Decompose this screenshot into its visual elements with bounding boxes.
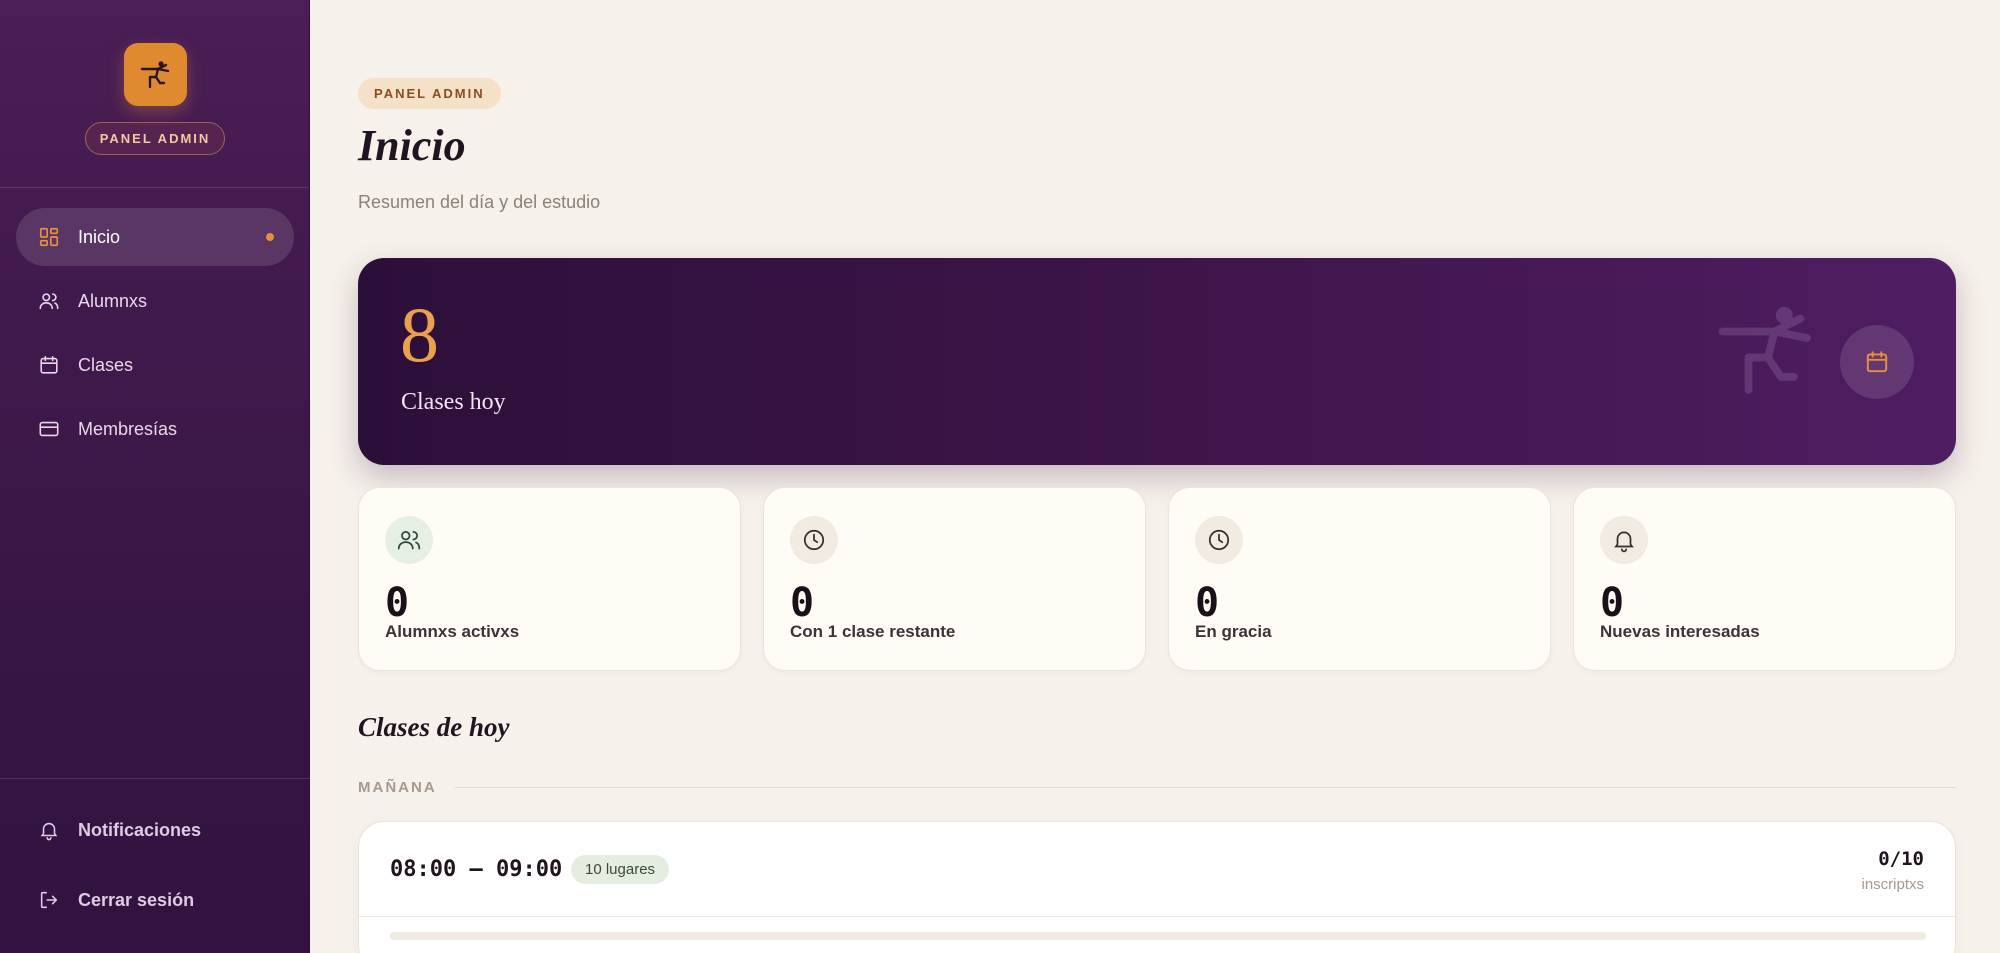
- stat-card-one-class-left[interactable]: 0 Con 1 clase restante: [763, 487, 1146, 671]
- stat-value: 0: [790, 580, 815, 626]
- card-divider: [359, 916, 1955, 917]
- sidebar-nav: Inicio Alumnxs Clases Membresías: [16, 208, 294, 464]
- enrollment-progress-bar: [390, 932, 1926, 940]
- notifications-button[interactable]: Notificaciones: [16, 801, 294, 859]
- sidebar-footer: Notificaciones Cerrar sesión: [0, 778, 310, 941]
- stat-card-new-leads[interactable]: 0 Nuevas interesadas: [1573, 487, 1956, 671]
- divider-line: [454, 787, 1956, 788]
- bell-icon: [1614, 531, 1634, 553]
- dancer-logo-icon: [140, 60, 169, 88]
- stat-value: 0: [385, 580, 410, 626]
- section-title-today-classes: Clases de hoy: [358, 712, 510, 742]
- logout-label: Cerrar sesión: [78, 889, 195, 910]
- hero-value: 8: [400, 291, 439, 378]
- dashboard-icon: [38, 226, 60, 248]
- page-eyebrow-badge: PANEL ADMIN: [358, 78, 501, 109]
- stat-label: En gracia: [1195, 622, 1272, 641]
- logout-button[interactable]: Cerrar sesión: [16, 871, 294, 929]
- hero-classes-today-card[interactable]: 8 Clases hoy: [358, 258, 1956, 465]
- logo[interactable]: [124, 43, 187, 106]
- calendar-icon: [38, 354, 60, 376]
- enrolled-count: 0/10: [1878, 848, 1924, 870]
- stat-label: Alumnxs activxs: [385, 622, 520, 641]
- calendar-icon: [1866, 351, 1888, 373]
- sidebar-item-alumnxs[interactable]: Alumnxs: [16, 272, 294, 330]
- stat-label: Con 1 clase restante: [790, 622, 956, 641]
- sidebar-item-inicio[interactable]: Inicio: [16, 208, 294, 266]
- sidebar-item-label: Clases: [78, 354, 134, 375]
- sidebar-item-clases[interactable]: Clases: [16, 336, 294, 394]
- stat-icon-circle: [790, 516, 838, 564]
- stat-icon-circle: [385, 516, 433, 564]
- stat-card-grace[interactable]: 0 En gracia: [1168, 487, 1551, 671]
- credit-card-icon: [38, 418, 60, 440]
- clock-icon: [803, 529, 825, 551]
- stats-row: 0 Alumnxs activxs 0 Con 1 clase restante…: [358, 487, 1956, 671]
- stat-label: Nuevas interesadas: [1600, 622, 1760, 641]
- sidebar-item-membresias[interactable]: Membresías: [16, 400, 294, 458]
- hero-label: Clases hoy: [401, 389, 506, 415]
- notifications-label: Notificaciones: [78, 819, 202, 840]
- period-divider: MAÑANA: [358, 779, 1956, 796]
- users-icon: [38, 290, 60, 312]
- stat-icon-circle: [1600, 516, 1648, 564]
- page-title: Inicio: [358, 121, 466, 170]
- class-card[interactable]: 08:00 — 09:00 10 lugares 0/10 inscriptxs: [358, 821, 1956, 953]
- stat-card-active-students[interactable]: 0 Alumnxs activxs: [358, 487, 741, 671]
- clock-icon: [1208, 529, 1230, 551]
- stat-icon-circle: [1195, 516, 1243, 564]
- brand-badge: PANEL ADMIN: [85, 122, 225, 155]
- dancer-watermark-icon: [1718, 306, 1811, 394]
- users-icon: [397, 531, 421, 550]
- active-indicator-dot: [266, 233, 274, 241]
- capacity-badge: 10 lugares: [571, 855, 670, 884]
- page-subtitle: Resumen del día y del estudio: [358, 192, 601, 212]
- period-label: MAÑANA: [358, 779, 437, 796]
- stat-value: 0: [1600, 580, 1625, 626]
- hero-calendar-button[interactable]: [1840, 325, 1914, 399]
- sidebar-item-label: Alumnxs: [78, 290, 148, 311]
- brand-area: PANEL ADMIN: [0, 0, 309, 188]
- logout-icon: [38, 889, 60, 911]
- bell-icon: [38, 819, 60, 841]
- class-time: 08:00 — 09:00: [390, 857, 563, 882]
- stat-value: 0: [1195, 580, 1220, 626]
- sidebar-item-label: Inicio: [78, 226, 121, 247]
- sidebar-item-label: Membresías: [78, 418, 178, 439]
- enrolled-label: inscriptxs: [1861, 876, 1924, 893]
- sidebar: PANEL ADMIN Inicio Alumnxs Clases Membre…: [0, 0, 310, 953]
